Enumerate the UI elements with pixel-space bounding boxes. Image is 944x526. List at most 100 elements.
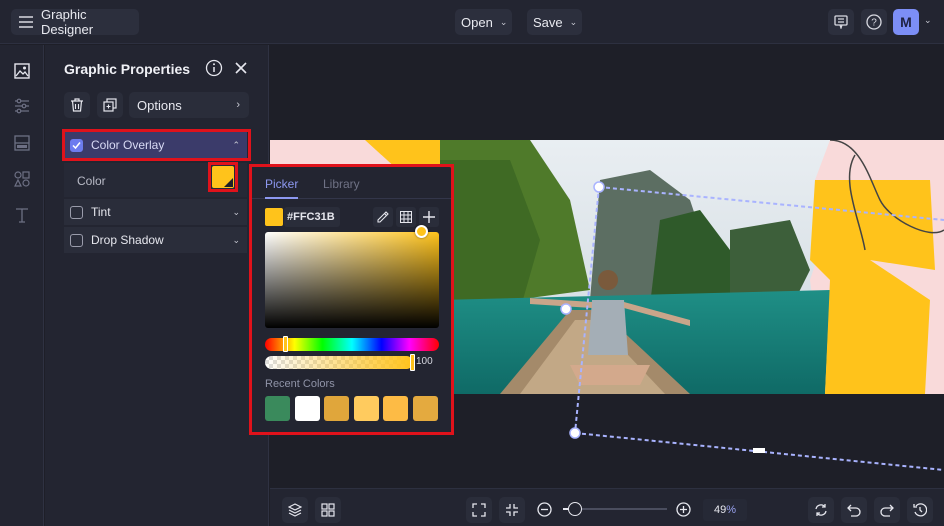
app-title: Graphic Designer — [41, 7, 94, 37]
undo-button[interactable] — [841, 497, 867, 523]
chevron-right-icon: › — [236, 99, 240, 111]
zoom-unit: % — [726, 504, 737, 516]
app-menu-button[interactable]: Graphic Designer — [11, 7, 139, 37]
recent-color-swatch[interactable] — [412, 396, 438, 421]
shapes-icon[interactable] — [12, 169, 32, 189]
add-color-button[interactable] — [419, 207, 439, 227]
zoom-number: 49 — [713, 504, 727, 516]
plus-icon — [423, 211, 435, 223]
grid-icon — [400, 211, 412, 223]
opacity-slider[interactable] — [265, 356, 413, 369]
recent-colors-label: Recent Colors — [265, 378, 335, 390]
graphic-properties-panel: Graphic Properties Options › Color Overl… — [45, 45, 269, 526]
resize-handle — [560, 303, 572, 315]
zoom-in-icon[interactable] — [676, 502, 691, 517]
open-label: Open — [461, 14, 493, 30]
color-label: Color — [77, 174, 106, 188]
expand-icon — [472, 503, 486, 517]
recent-color-swatch[interactable] — [383, 396, 408, 421]
layout-icon[interactable] — [12, 133, 32, 153]
layers-icon — [288, 503, 302, 517]
drop-shadow-checkbox[interactable] — [70, 233, 83, 247]
options-button[interactable]: Options › — [129, 92, 249, 118]
info-icon[interactable] — [205, 59, 223, 77]
drop-shadow-section-header[interactable]: Drop Shadow ⌄ — [64, 227, 247, 253]
tint-checkbox[interactable] — [70, 205, 83, 219]
saturation-value-handle[interactable] — [415, 225, 428, 238]
grid-icon — [321, 503, 335, 517]
comments-button[interactable] — [828, 9, 854, 35]
grid-button[interactable] — [315, 497, 341, 523]
image-icon[interactable] — [12, 61, 32, 81]
section-label: Color Overlay — [91, 138, 165, 152]
chevron-down-icon[interactable]: ⌄ — [924, 15, 932, 26]
color-overlay-checkbox[interactable] — [70, 138, 83, 152]
recent-color-swatch[interactable] — [265, 396, 290, 421]
zoom-out-icon[interactable] — [537, 502, 552, 517]
duplicate-icon — [103, 98, 117, 112]
zoom-slider-handle[interactable] — [568, 502, 582, 516]
open-button[interactable]: Open ⌄ — [455, 9, 512, 35]
hue-slider-handle[interactable] — [283, 336, 288, 352]
help-icon: ? — [866, 14, 882, 30]
recent-color-swatch[interactable] — [294, 396, 320, 421]
save-button[interactable]: Save ⌄ — [527, 9, 582, 35]
hue-slider[interactable] — [265, 338, 439, 351]
help-button[interactable]: ? — [861, 9, 887, 35]
palette-grid-button[interactable] — [396, 207, 416, 227]
top-bar: Graphic Designer Open ⌄ Save ⌄ ? M ⌄ — [0, 0, 944, 44]
fit-to-screen-button[interactable] — [466, 497, 492, 523]
resize-handle — [569, 427, 581, 439]
svg-text:?: ? — [871, 18, 877, 29]
chevron-down-icon: ⌄ — [232, 234, 240, 245]
history-button[interactable] — [907, 497, 933, 523]
opacity-slider-handle[interactable] — [410, 354, 415, 371]
tab-library[interactable]: Library — [323, 177, 360, 191]
chevron-down-icon: ⌄ — [499, 16, 508, 27]
swatch-corner-icon — [224, 178, 233, 187]
chevron-up-icon: ⌃ — [232, 139, 240, 150]
resize-handle — [593, 181, 605, 193]
duplicate-button[interactable] — [97, 92, 123, 118]
color-swatch-button[interactable] — [212, 166, 234, 188]
hex-input[interactable]: #FFC31B — [284, 207, 340, 227]
eyedropper-icon — [377, 211, 389, 223]
zoom-value[interactable]: 49% — [703, 499, 747, 521]
section-label: Drop Shadow — [91, 233, 164, 247]
trash-icon — [70, 98, 84, 112]
layers-button[interactable] — [282, 497, 308, 523]
section-label: Tint — [91, 205, 111, 219]
color-overlay-section-header[interactable]: Color Overlay ⌃ — [64, 132, 247, 158]
redo-button[interactable] — [874, 497, 900, 523]
comments-icon — [834, 15, 848, 29]
recent-color-swatch[interactable] — [324, 396, 349, 421]
redo-icon — [880, 503, 894, 517]
resize-handle — [753, 448, 765, 453]
panel-title: Graphic Properties — [64, 61, 191, 77]
menu-icon — [19, 16, 33, 28]
chevron-down-icon: ⌄ — [569, 16, 578, 27]
shrink-button[interactable] — [499, 497, 525, 523]
text-icon[interactable] — [12, 205, 32, 225]
tool-rail — [0, 45, 44, 526]
user-avatar[interactable]: M — [893, 9, 919, 35]
history-icon — [913, 503, 927, 517]
color-picker-popover: Picker Library #FFC31B 100 Recent Colors — [252, 167, 451, 432]
tint-section-header[interactable]: Tint ⌄ — [64, 199, 247, 225]
tab-picker[interactable]: Picker — [265, 177, 298, 191]
refresh-icon — [814, 503, 828, 517]
saturation-value-area[interactable] — [265, 232, 439, 328]
sync-button[interactable] — [808, 497, 834, 523]
close-icon[interactable] — [233, 60, 249, 76]
undo-icon — [847, 503, 861, 517]
chevron-down-icon: ⌄ — [232, 206, 240, 217]
eyedropper-button[interactable] — [373, 207, 393, 227]
delete-button[interactable] — [64, 92, 90, 118]
adjustments-icon[interactable] — [12, 96, 32, 116]
bottom-toolbar: 49% — [270, 488, 944, 526]
recent-color-swatch[interactable] — [353, 396, 379, 421]
current-color-swatch — [265, 208, 283, 226]
collapse-icon — [505, 503, 519, 517]
save-label: Save — [533, 14, 563, 30]
opacity-value[interactable]: 100 — [416, 356, 438, 369]
